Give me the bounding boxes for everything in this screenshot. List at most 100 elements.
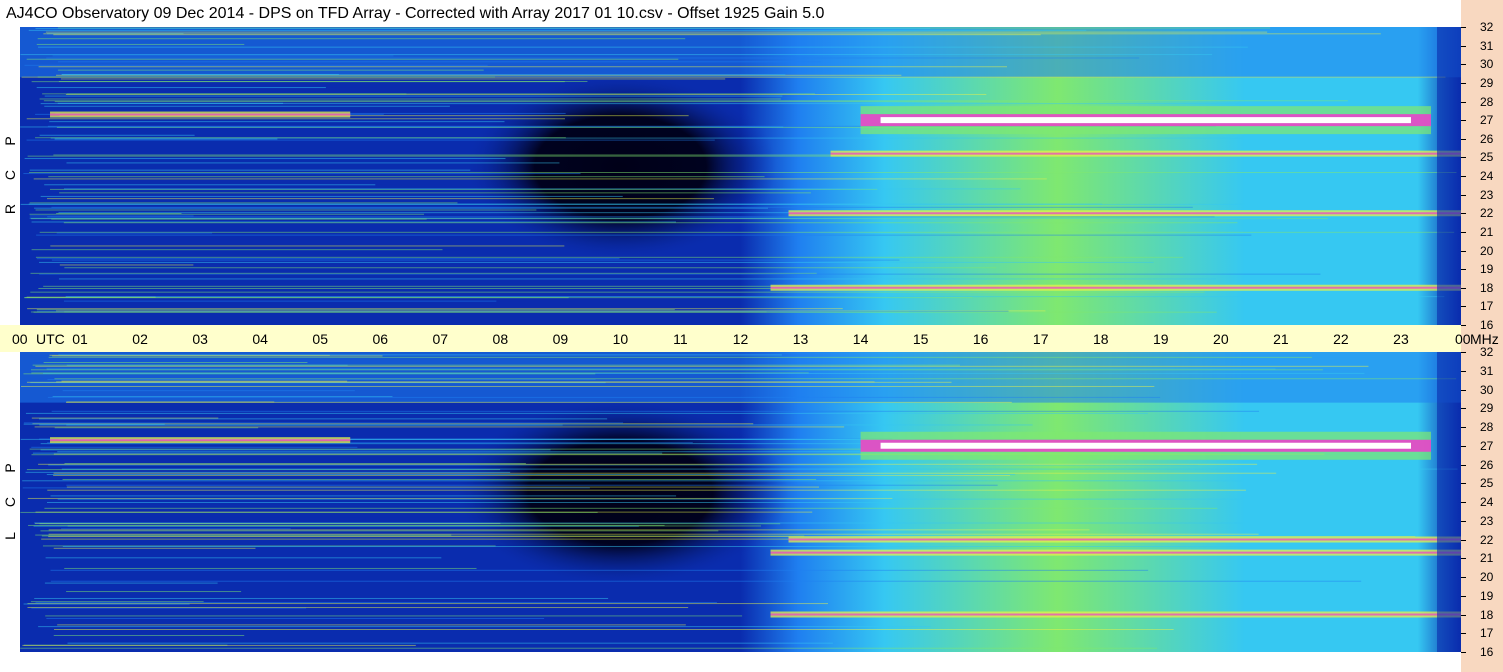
interference-line <box>66 162 560 164</box>
interference-line <box>51 206 1193 208</box>
frequency-tick <box>1461 520 1466 522</box>
interference-line <box>44 105 450 107</box>
frequency-tick <box>1461 82 1466 84</box>
interference-line <box>36 87 326 89</box>
frequency-tick <box>1461 138 1466 140</box>
time-tick-label: 21 <box>1273 331 1289 347</box>
frequency-tick <box>1461 389 1466 391</box>
interference-line <box>58 80 588 82</box>
signal-band-core <box>880 117 1411 124</box>
interference-line <box>48 176 765 178</box>
interference-line <box>61 468 1458 470</box>
frequency-tick-label: 31 <box>1480 363 1494 378</box>
time-tick-label: 19 <box>1152 331 1169 347</box>
time-tick-label: 01 <box>72 331 88 347</box>
frequency-tick <box>1461 483 1466 485</box>
interference-line <box>23 603 190 605</box>
frequency-tick-label: 21 <box>1480 551 1494 566</box>
interference-line <box>34 522 1418 524</box>
frequency-tick-label: 16 <box>1480 318 1494 332</box>
time-tick-label: 00 <box>1455 331 1471 347</box>
interference-line <box>38 46 1248 48</box>
interference-line <box>29 213 425 215</box>
interference-line <box>42 372 1365 374</box>
frequency-tick-label: 19 <box>1480 588 1494 603</box>
interference-line <box>35 209 537 211</box>
interference-line <box>59 264 194 266</box>
frequency-tick <box>1461 408 1466 410</box>
interference-line <box>65 296 1445 298</box>
interference-line <box>48 356 1312 358</box>
interference-line <box>58 278 1216 280</box>
interference-line <box>27 607 689 609</box>
interference-line <box>45 557 442 559</box>
time-tick-label: 16 <box>972 331 989 347</box>
interference-line <box>29 172 1457 174</box>
frequency-tick-label: 28 <box>1480 420 1494 434</box>
interference-line <box>35 534 452 536</box>
interference-line <box>53 472 1277 474</box>
frequency-tick-label: 18 <box>1480 280 1494 295</box>
rcp-spectrogram-plot <box>20 27 1461 325</box>
signal-band-line <box>770 286 1461 289</box>
interference-line <box>34 597 609 599</box>
time-tick-label: 11 <box>673 331 688 347</box>
frequency-tick-label: 32 <box>1480 345 1494 359</box>
frequency-tick-label: 28 <box>1480 94 1494 109</box>
interference-line <box>50 495 677 497</box>
frequency-tick-label: 17 <box>1480 626 1494 641</box>
interference-line <box>37 38 686 40</box>
interference-line <box>43 361 308 363</box>
interference-line <box>37 310 1009 312</box>
interference-line <box>56 232 213 234</box>
interference-line <box>46 474 1016 476</box>
interference-line <box>45 31 1268 33</box>
interference-line <box>46 57 1140 59</box>
interference-line <box>39 261 1154 263</box>
rcp-spectrogram <box>20 27 1461 325</box>
interference-line <box>43 100 1348 102</box>
interference-line <box>40 103 1313 105</box>
time-tick-label: 15 <box>912 331 929 347</box>
frequency-tick-label: 20 <box>1480 570 1494 584</box>
frequency-tick-label: 30 <box>1480 57 1494 72</box>
frequency-tick <box>1461 652 1466 653</box>
interference-line <box>47 489 1246 491</box>
interference-line <box>46 501 891 503</box>
interference-line <box>20 385 1155 387</box>
signal-band-line <box>770 613 1461 616</box>
edge-fade <box>1436 352 1461 652</box>
frequency-tick-label: 22 <box>1480 206 1494 221</box>
lcp-letter-2: C <box>2 496 18 508</box>
time-tick-label: 06 <box>372 331 389 347</box>
frequency-tick <box>1461 120 1466 122</box>
interference-line <box>64 267 997 269</box>
frequency-tick-label: 20 <box>1480 243 1494 258</box>
time-unit-label: UTC <box>36 331 65 347</box>
interference-line <box>39 98 781 100</box>
frequency-tick <box>1461 176 1466 177</box>
frequency-tick <box>1461 231 1466 233</box>
frequency-tick <box>1461 427 1466 428</box>
interference-line <box>28 29 1087 31</box>
interference-line <box>29 217 1278 219</box>
interference-line <box>35 28 931 30</box>
frequency-tick-label: 21 <box>1480 224 1494 239</box>
lcp-letter-3: L <box>2 532 18 540</box>
frequency-tick <box>1461 633 1466 635</box>
time-axis: 00 01 02 03 04 05 06 07 08 09 10 11 12 13 14 15 16 17 18 19… <box>0 325 1499 352</box>
lcp-label-strip <box>0 352 20 672</box>
interference-line <box>62 390 355 392</box>
interference-line <box>44 184 376 186</box>
frequency-tick-label: 23 <box>1480 187 1494 202</box>
frequency-tick-label: 29 <box>1480 75 1494 90</box>
interference-line <box>37 76 496 78</box>
interference-line <box>47 379 596 381</box>
interference-line <box>58 354 782 356</box>
interference-line <box>57 624 686 626</box>
interference-line <box>22 644 416 646</box>
interference-line <box>63 222 1238 224</box>
rcp-letter-3: R <box>2 203 18 215</box>
frequency-tick <box>1461 595 1466 597</box>
signal-band-line <box>50 113 351 116</box>
